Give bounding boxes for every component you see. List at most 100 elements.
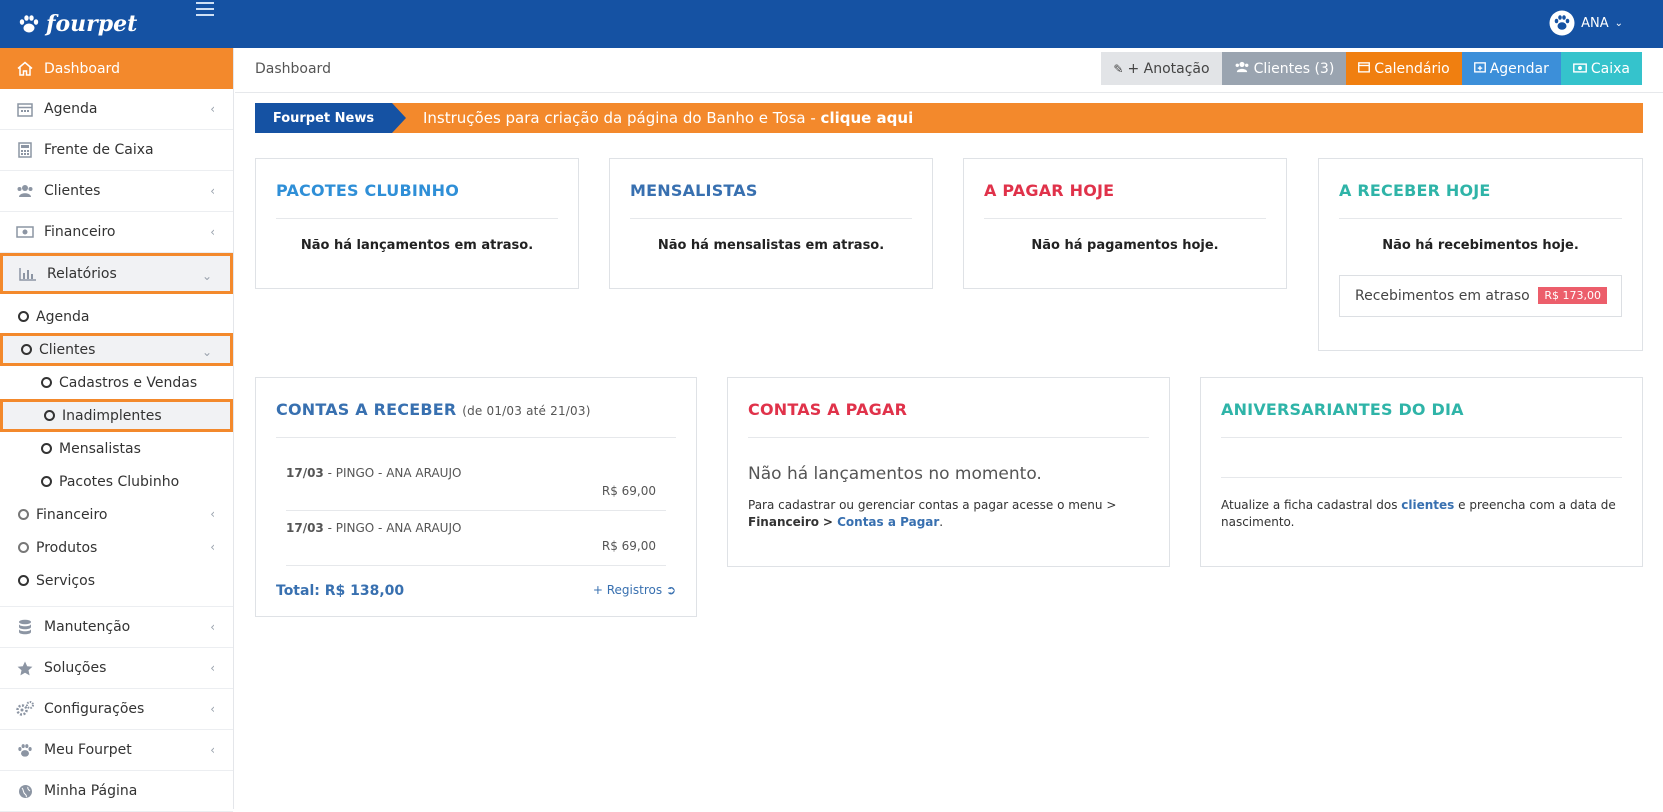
agendar-button[interactable]: Agendar — [1461, 52, 1561, 85]
calendar-icon — [1358, 61, 1371, 76]
card-a-receber-hoje: A RECEBER HOJE Não há recebimentos hoje.… — [1318, 158, 1643, 351]
sidebar-item-financeiro[interactable]: Financeiro ‹ — [0, 212, 233, 253]
more-records-link[interactable]: + Registros ➲ — [593, 583, 676, 597]
chevron-left-icon: ‹ — [210, 661, 215, 675]
chevron-down-icon: ⌄ — [201, 269, 212, 283]
sidebar-item-label: Meu Fourpet — [44, 742, 132, 758]
card-contas-a-receber: CONTAS A RECEBER (de 01/03 até 21/03) 17… — [255, 377, 697, 617]
sidebar-sub-servicos[interactable]: Serviços — [0, 564, 233, 597]
top-bar: fourpet ANA ⌄ — [0, 0, 1663, 48]
sidebar-item-frente-de-caixa[interactable]: Frente de Caixa — [0, 130, 233, 171]
sidebar-sub-produtos[interactable]: Produtos ‹ — [0, 531, 233, 564]
paw-icon — [19, 15, 39, 33]
home-icon — [16, 61, 34, 77]
sidebar-sub-label: Financeiro — [36, 506, 108, 523]
circle-icon — [41, 443, 52, 454]
card-mensalistas: MENSALISTAS Não há mensalistas em atraso… — [609, 158, 933, 289]
news-text: Instruções para criação da página do Ban… — [423, 109, 821, 127]
clientes-button[interactable]: Clientes (3) — [1221, 52, 1347, 85]
button-label: Calendário — [1374, 60, 1450, 77]
card-date-range: (de 01/03 até 21/03) — [462, 404, 591, 418]
circle-icon — [18, 575, 29, 586]
clientes-link[interactable]: clientes — [1401, 498, 1454, 512]
list-item[interactable]: 17/03 - PINGO - ANA ARAUJO R$ 69,00 — [286, 511, 666, 566]
row-value: R$ 69,00 — [601, 484, 656, 498]
sidebar-sub-label: Serviços — [36, 572, 95, 589]
help-text-part: Atualize a ficha cadastral dos — [1221, 498, 1402, 512]
card-title: CONTAS A RECEBER (de 01/03 até 21/03) — [276, 400, 591, 419]
card-message: Não há lançamentos em atraso. — [300, 238, 534, 253]
button-label: Clientes (3) — [1253, 60, 1335, 77]
circle-icon — [44, 410, 55, 421]
button-label: Agendar — [1489, 60, 1549, 77]
sidebar-sub-label: Agenda — [36, 308, 90, 325]
sidebar-sub-clientes[interactable]: Clientes ⌄ — [0, 333, 233, 366]
news-click-here[interactable]: clique aqui — [821, 109, 914, 127]
sidebar-sub-cadastros-e-vendas[interactable]: Cadastros e Vendas — [0, 366, 233, 399]
news-link[interactable]: Instruções para criação da página do Ban… — [423, 109, 913, 127]
sidebar-item-manutencao[interactable]: Manutenção ‹ — [0, 607, 233, 648]
caixa-button[interactable]: Caixa — [1560, 52, 1642, 85]
row-date: 17/03 — [286, 521, 324, 535]
news-label: Fourpet News — [255, 103, 406, 133]
sidebar-item-label: Dashboard — [44, 60, 120, 77]
help-text-separator: > — [822, 515, 838, 529]
sidebar-item-configuracoes[interactable]: Configurações ‹ — [0, 689, 233, 730]
circle-icon — [21, 344, 32, 355]
card-title: ANIVERSARIANTES DO DIA — [1221, 400, 1464, 419]
card-message: Não há pagamentos hoje. — [1031, 238, 1219, 253]
card-title: CONTAS A PAGAR — [748, 400, 908, 419]
list-item[interactable]: 17/03 - PINGO - ANA ARAUJO R$ 69,00 — [286, 456, 666, 511]
news-banner: Fourpet News Instruções para criação da … — [255, 103, 1643, 133]
help-text-part: Para cadastrar ou gerenciar contas a pag… — [748, 498, 1117, 512]
brand-name: fourpet — [46, 11, 138, 37]
contas-a-pagar-link[interactable]: Contas a Pagar — [837, 515, 939, 529]
money-icon — [16, 224, 34, 240]
sidebar-item-label: Configurações — [44, 701, 145, 717]
sidebar-sub-financeiro[interactable]: Financeiro ‹ — [0, 498, 233, 531]
sidebar-item-clientes[interactable]: Clientes ‹ — [0, 171, 233, 212]
database-icon — [16, 619, 34, 635]
sidebar-item-label: Manutenção — [44, 619, 131, 635]
recebimentos-em-atraso-link[interactable]: Recebimentos em atraso R$ 173,00 — [1339, 275, 1622, 317]
sidebar-item-dashboard[interactable]: Dashboard — [0, 48, 233, 89]
chevron-left-icon: ‹ — [210, 540, 215, 554]
sidebar-sub-label: Mensalistas — [59, 440, 141, 457]
sidebar-sub-label: Inadimplentes — [62, 407, 162, 424]
calendar-icon — [16, 101, 34, 117]
button-label: Caixa — [1590, 60, 1630, 77]
sidebar-item-agenda[interactable]: Agenda ‹ — [0, 89, 233, 130]
star-icon — [16, 660, 34, 676]
chevron-left-icon: ‹ — [210, 620, 215, 634]
sidebar-item-relatorios[interactable]: Relatórios ⌄ — [0, 253, 233, 294]
sidebar-item-solucoes[interactable]: Soluções ‹ — [0, 648, 233, 689]
user-menu[interactable]: ANA ⌄ — [1549, 10, 1623, 36]
sidebar-item-meu-fourpet[interactable]: Meu Fourpet ‹ — [0, 730, 233, 771]
sidebar-item-minha-pagina[interactable]: Minha Página — [0, 771, 233, 812]
card-title-text: CONTAS A RECEBER — [276, 400, 457, 419]
menu-toggle-icon[interactable] — [196, 2, 214, 16]
sidebar-sub-pacotes-clubinho[interactable]: Pacotes Clubinho — [0, 465, 233, 498]
circle-icon — [41, 377, 52, 388]
sidebar-item-label: Minha Página — [44, 783, 138, 799]
card-title: MENSALISTAS — [630, 181, 758, 200]
chevron-left-icon: ‹ — [210, 102, 215, 116]
row-date: 17/03 — [286, 466, 324, 480]
brand-logo[interactable]: fourpet — [18, 8, 137, 40]
action-buttons: ✎ + Anotação Clientes (3) Calendário Age… — [1101, 52, 1642, 85]
card-title: PACOTES CLUBINHO — [276, 181, 460, 200]
sidebar-sub-label: Pacotes Clubinho — [59, 473, 180, 490]
gears-icon — [16, 701, 34, 717]
overdue-badge: R$ 173,00 — [1538, 287, 1607, 304]
calendario-button[interactable]: Calendário — [1346, 52, 1462, 85]
anotacao-button[interactable]: ✎ + Anotação — [1101, 52, 1222, 85]
sidebar: Dashboard Agenda ‹ Frente de Caixa Clien… — [0, 48, 234, 812]
card-aniversariantes: ANIVERSARIANTES DO DIA Atualize a ficha … — [1200, 377, 1643, 567]
sidebar-sub-agenda[interactable]: Agenda — [0, 300, 233, 333]
sidebar-sub-mensalistas[interactable]: Mensalistas — [0, 432, 233, 465]
financeiro-link[interactable]: Financeiro — [748, 515, 819, 529]
help-text: Para cadastrar ou gerenciar contas a pag… — [748, 497, 1149, 531]
row-value: R$ 69,00 — [601, 539, 656, 553]
sidebar-sub-inadimplentes[interactable]: Inadimplentes — [0, 399, 233, 432]
card-a-pagar-hoje: A PAGAR HOJE Não há pagamentos hoje. — [963, 158, 1287, 289]
